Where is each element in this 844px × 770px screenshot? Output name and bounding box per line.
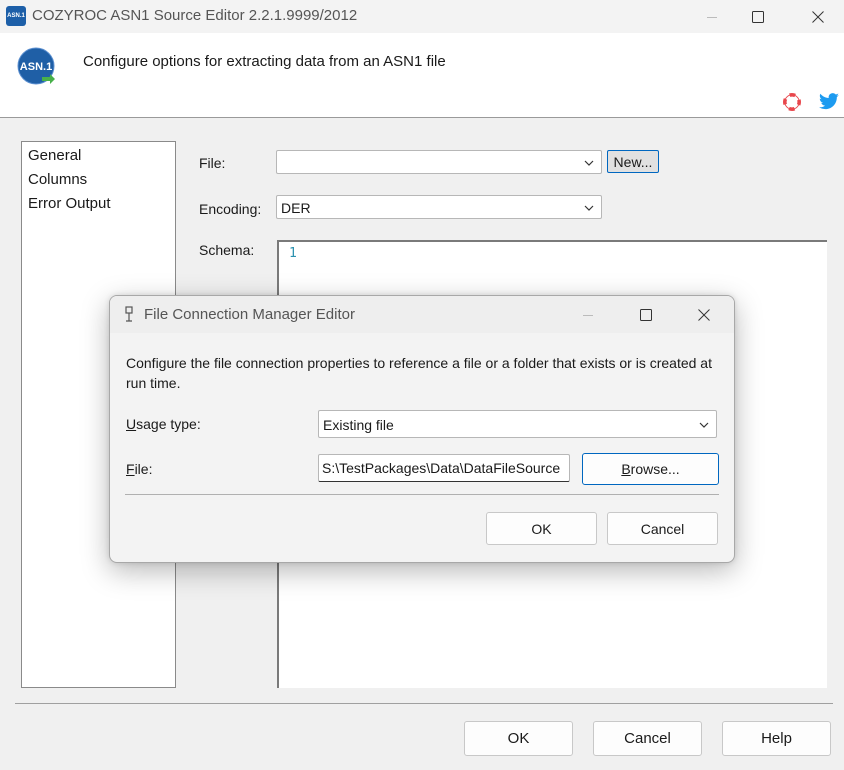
- minimize-button[interactable]: [689, 0, 735, 33]
- window-title: COZYROC ASN1 Source Editor 2.2.1.9999/20…: [32, 7, 358, 24]
- file-connection-dialog: File Connection Manager Editor Configure…: [109, 295, 735, 563]
- dialog-description: Configure the file connection properties…: [126, 355, 712, 391]
- lifebuoy-icon[interactable]: [782, 93, 802, 111]
- encoding-combo[interactable]: DER: [276, 195, 602, 219]
- footer-divider: [15, 703, 833, 704]
- encoding-value: DER: [281, 200, 311, 216]
- twitter-icon[interactable]: [818, 93, 840, 111]
- chevron-down-icon: [699, 422, 709, 428]
- asn1-logo-icon: ASN.1: [17, 47, 55, 85]
- dialog-ok-button[interactable]: OK: [486, 512, 597, 545]
- maximize-button[interactable]: [735, 0, 781, 33]
- schema-line-number: 1: [289, 246, 297, 261]
- file-combo[interactable]: [276, 150, 602, 174]
- maximize-icon: [640, 308, 652, 321]
- usage-type-select[interactable]: Existing file: [318, 410, 717, 438]
- dialog-minimize-button[interactable]: [565, 296, 611, 333]
- new-connection-button[interactable]: New...: [607, 150, 659, 173]
- cancel-button[interactable]: Cancel: [593, 721, 702, 756]
- dialog-maximize-button[interactable]: [623, 296, 669, 333]
- nav-item-columns[interactable]: Columns: [28, 171, 87, 188]
- app-icon: ASN.1: [6, 6, 26, 26]
- minimize-icon: [583, 314, 593, 316]
- usage-type-label: Usage type:: [126, 416, 201, 432]
- connection-plug-icon: [125, 306, 133, 322]
- header-description: Configure options for extracting data fr…: [83, 53, 446, 70]
- help-button[interactable]: Help: [722, 721, 831, 756]
- chevron-down-icon: [584, 205, 594, 211]
- dialog-divider: [125, 494, 719, 495]
- schema-label: Schema:: [199, 242, 255, 258]
- dialog-close-button[interactable]: [681, 296, 727, 333]
- encoding-label: Encoding:: [199, 201, 262, 217]
- chevron-down-icon: [584, 160, 594, 166]
- close-button[interactable]: [795, 0, 841, 33]
- ok-button[interactable]: OK: [464, 721, 573, 756]
- dialog-file-label: File:: [126, 461, 153, 477]
- dialog-file-value: S:\TestPackages\Data\DataFileSource: [322, 460, 561, 476]
- usage-type-value: Existing file: [323, 417, 394, 433]
- svg-text:ASN.1: ASN.1: [20, 61, 52, 73]
- close-icon: [698, 308, 710, 321]
- nav-item-error-output[interactable]: Error Output: [28, 195, 111, 212]
- dialog-file-input[interactable]: S:\TestPackages\Data\DataFileSource: [318, 454, 570, 482]
- maximize-icon: [752, 10, 764, 23]
- browse-button[interactable]: Browse...: [582, 453, 719, 485]
- dialog-cancel-button[interactable]: Cancel: [607, 512, 718, 545]
- dialog-title: File Connection Manager Editor: [144, 306, 355, 323]
- minimize-icon: [707, 16, 717, 18]
- nav-item-general[interactable]: General: [28, 147, 81, 164]
- file-label: File:: [199, 155, 226, 171]
- close-icon: [812, 10, 824, 23]
- header-banner: [0, 33, 844, 118]
